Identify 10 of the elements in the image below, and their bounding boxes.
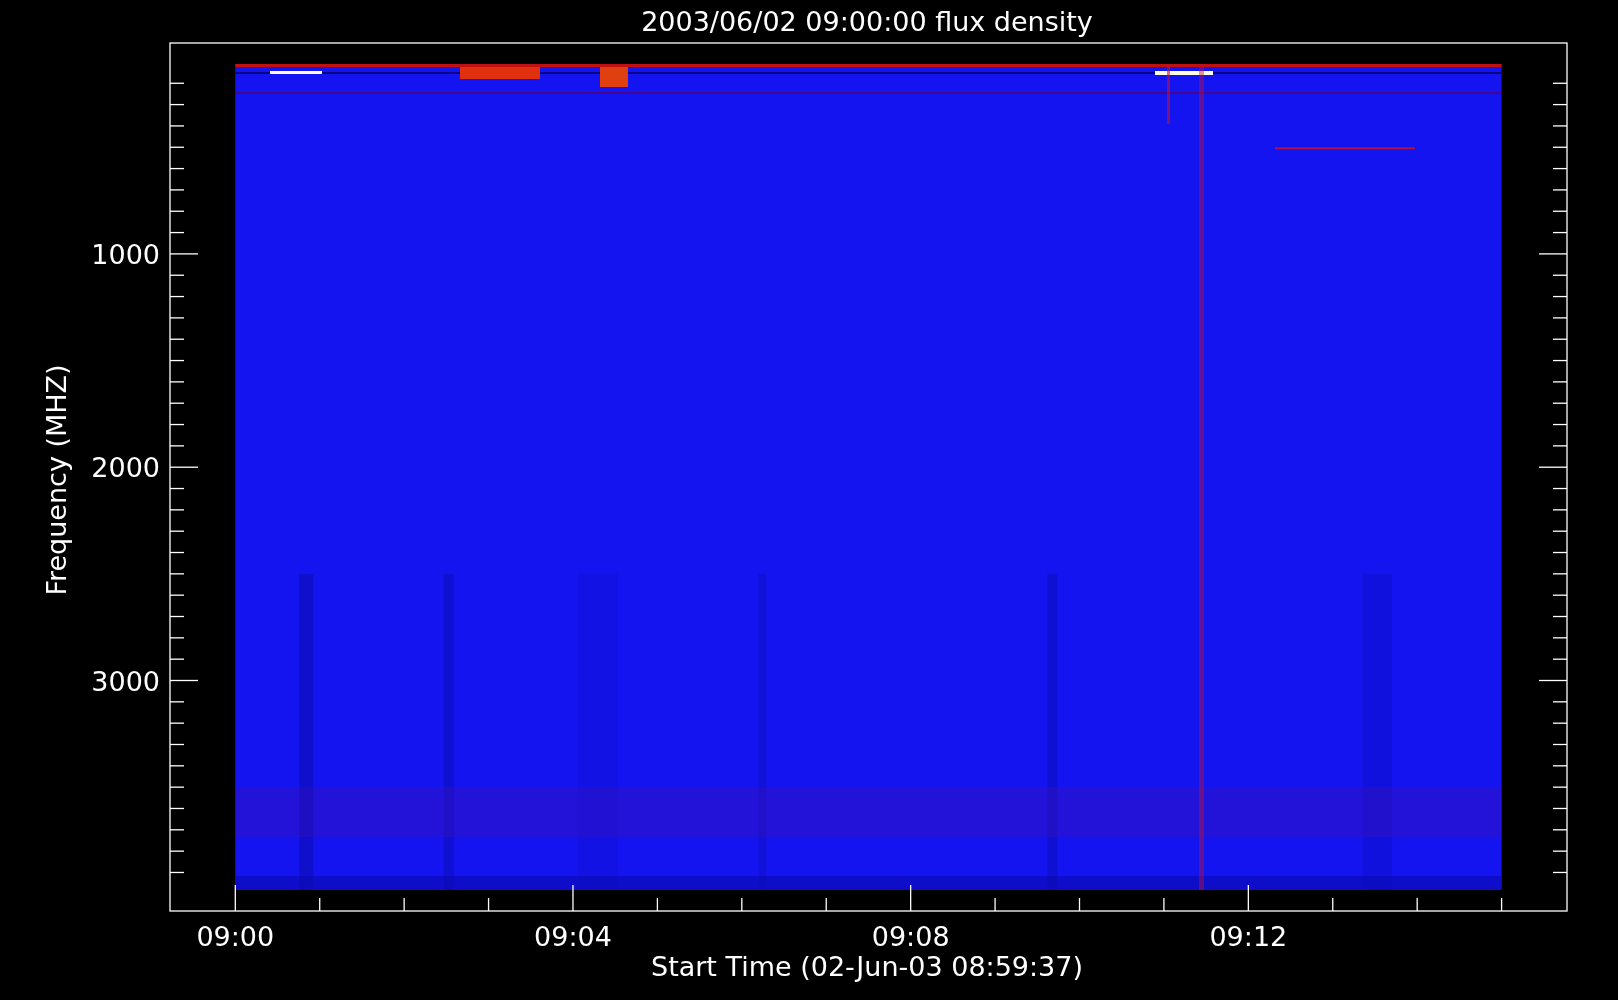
y-tick-label: 3000 xyxy=(91,665,160,697)
y-tick-label: 2000 xyxy=(91,452,160,484)
y-tick-label: 1000 xyxy=(91,238,160,270)
x-axis-label: Start Time (02-Jun-03 08:59:37) xyxy=(651,951,1083,982)
chart-title: 2003/06/02 09:00:00 flux density xyxy=(641,6,1093,37)
x-tick-label: 09:12 xyxy=(1209,921,1288,952)
x-tick-label: 09:04 xyxy=(534,921,612,952)
y-axis-label: Frequency (MHZ) xyxy=(41,364,72,596)
x-tick-label: 09:08 xyxy=(871,921,950,952)
x-tick-label: 09:00 xyxy=(196,921,275,952)
